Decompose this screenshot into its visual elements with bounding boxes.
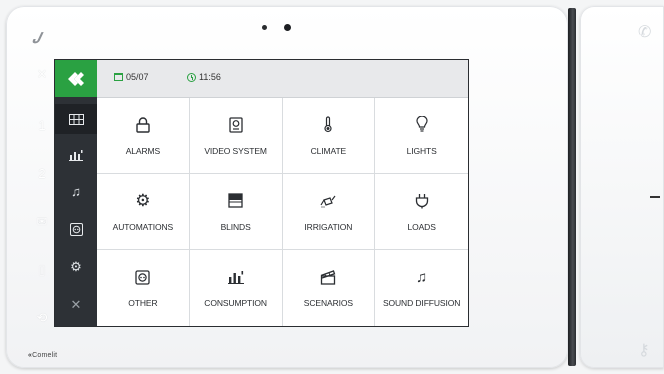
device-hinge bbox=[568, 8, 576, 366]
tile-lights[interactable]: LIGHTS bbox=[375, 98, 468, 174]
tile-automations[interactable]: ⚙ AUTOMATIONS bbox=[97, 174, 190, 250]
tile-label: ALARMS bbox=[125, 145, 161, 156]
tile-blinds[interactable]: BLINDS bbox=[189, 174, 283, 250]
status-bar: 05/07 11:56 bbox=[97, 60, 468, 98]
tile-scenarios[interactable]: SCENARIOS bbox=[283, 250, 376, 326]
key-icon[interactable]: ⚷ bbox=[638, 340, 650, 360]
automation-gear-icon: ⚙ bbox=[135, 190, 151, 210]
tile-label: CONSUMPTION bbox=[204, 298, 267, 308]
tile-label: OTHER bbox=[128, 298, 158, 308]
thermometer-icon bbox=[319, 116, 337, 134]
automation-icon: ⚙ bbox=[70, 259, 82, 274]
tile-video-system[interactable]: VIDEO SYSTEM bbox=[189, 98, 283, 174]
clock-icon bbox=[187, 72, 196, 82]
bulb-icon bbox=[413, 116, 431, 134]
comelit-logo-icon[interactable] bbox=[55, 60, 97, 97]
date-text: 05/07 bbox=[126, 72, 149, 82]
touch-screen: ♫ ⚙ ✕ 05/07 11:56 ALARMS VIDEO SYSTEM CL… bbox=[55, 60, 468, 326]
watering-can-icon bbox=[319, 192, 337, 210]
tile-loads[interactable]: LOADS bbox=[375, 174, 468, 250]
tile-label: LIGHTS bbox=[406, 145, 437, 156]
tile-label: AUTOMATIONS bbox=[112, 221, 174, 232]
tile-label: CLIMATE bbox=[310, 145, 347, 156]
consumption-icon bbox=[69, 150, 83, 161]
nav-sound[interactable]: ♫ bbox=[55, 176, 97, 206]
tile-label: IRRIGATION bbox=[304, 221, 353, 232]
left-nav: ♫ ⚙ ✕ bbox=[55, 60, 97, 326]
tools-icon: ✕ bbox=[70, 297, 82, 312]
brand-label: «Comelit bbox=[28, 352, 58, 359]
tile-alarms[interactable]: ALARMS bbox=[97, 98, 190, 174]
date-display: 05/07 bbox=[114, 72, 149, 82]
tile-label: SCENARIOS bbox=[303, 298, 353, 308]
socket-icon bbox=[134, 268, 152, 286]
time-display: 11:56 bbox=[187, 72, 221, 82]
bar-chart-icon bbox=[227, 268, 245, 286]
blinds-icon bbox=[227, 192, 245, 210]
tile-sound-diffusion[interactable]: ♫ SOUND DIFFUSION bbox=[375, 250, 468, 326]
camera-lens bbox=[262, 25, 267, 30]
time-text: 11:56 bbox=[199, 72, 221, 82]
music-icon: ♫ bbox=[71, 183, 81, 199]
nav-home-grid[interactable] bbox=[55, 104, 97, 134]
handset-logo-icon: 𝑱 bbox=[32, 30, 41, 47]
tile-other[interactable]: OTHER bbox=[97, 250, 190, 326]
nav-settings[interactable]: ✕ bbox=[55, 290, 97, 320]
function-grid: ALARMS VIDEO SYSTEM CLIMATE LIGHTS ⚙ AUT… bbox=[97, 98, 468, 326]
nav-socket[interactable] bbox=[55, 214, 97, 244]
phone-icon[interactable]: ✆ bbox=[638, 22, 651, 42]
tile-irrigation[interactable]: IRRIGATION bbox=[282, 174, 376, 250]
tile-label: SOUND DIFFUSION bbox=[382, 298, 461, 308]
calendar-icon bbox=[114, 73, 123, 81]
intercom-icon bbox=[227, 116, 245, 134]
socket-icon bbox=[69, 222, 83, 236]
lock-icon bbox=[134, 116, 152, 134]
tile-label: LOADS bbox=[407, 221, 436, 232]
tile-label: BLINDS bbox=[220, 221, 251, 232]
handset-panel: ✆ ⚷ bbox=[580, 6, 664, 368]
tile-label: VIDEO SYSTEM bbox=[204, 145, 267, 156]
nav-automation[interactable]: ⚙ bbox=[55, 252, 97, 282]
clapperboard-icon bbox=[319, 268, 337, 286]
handset-divider bbox=[650, 196, 660, 198]
nav-consumption[interactable] bbox=[55, 140, 97, 170]
music-notes-icon: ♫ bbox=[416, 268, 428, 286]
camera-sensor bbox=[284, 24, 291, 31]
grid-icon bbox=[68, 113, 84, 125]
plug-icon bbox=[413, 192, 431, 210]
tile-consumption[interactable]: CONSUMPTION bbox=[190, 250, 283, 326]
tile-climate[interactable]: CLIMATE bbox=[282, 98, 376, 174]
